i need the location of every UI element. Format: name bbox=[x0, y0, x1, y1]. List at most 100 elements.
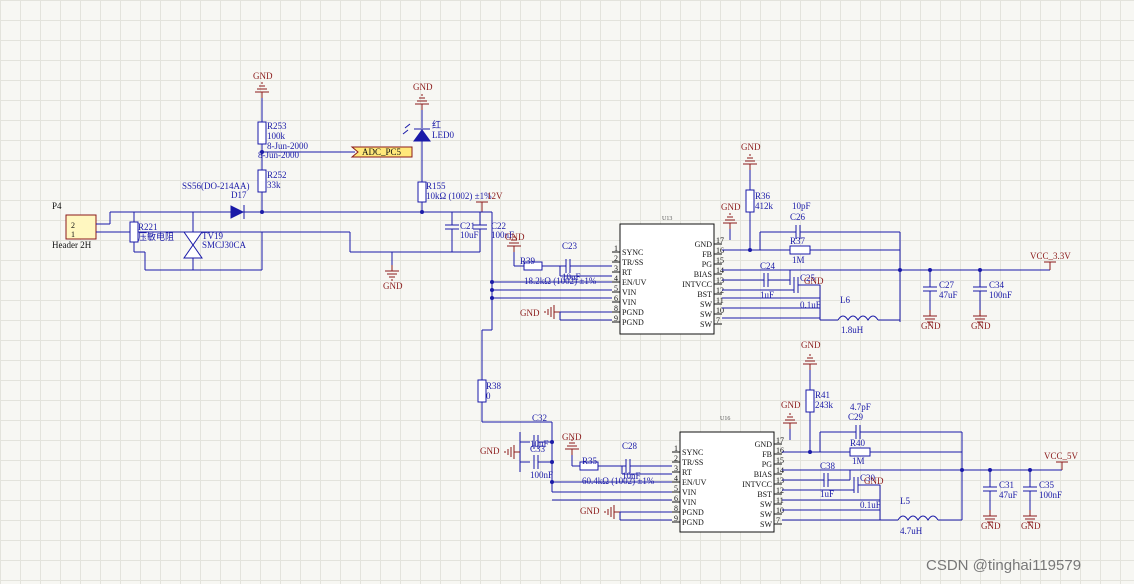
u16-pin-label: PG bbox=[762, 460, 772, 469]
svg-text:C28: C28 bbox=[622, 441, 638, 451]
u13-pin-label: INTVCC bbox=[682, 280, 712, 289]
svg-text:VCC_3.3V: VCC_3.3V bbox=[1030, 251, 1071, 261]
capacitor-c28[interactable]: C28 10nF bbox=[622, 441, 672, 481]
capacitor-c27[interactable]: C27 47uF bbox=[923, 270, 958, 310]
resistor-r37[interactable]: R37 1M bbox=[789, 236, 811, 265]
header-ref: P4 bbox=[52, 201, 62, 211]
svg-text:GND: GND bbox=[971, 321, 991, 331]
capacitor-c31[interactable]: C31 47uF bbox=[983, 470, 1018, 510]
capacitor-c34[interactable]: C34 100nF bbox=[973, 270, 1012, 310]
resistor-r40[interactable]: R40 1M bbox=[849, 438, 871, 466]
capacitor-c35[interactable]: C35 100nF bbox=[1023, 470, 1062, 510]
schematic-canvas: P4 2 1 Header 2H R221 压敏电阻 TV19 SMCJ30CA… bbox=[52, 71, 1081, 574]
u13-pin-num: 2 bbox=[614, 254, 618, 263]
capacitor-c38[interactable]: C38 1uF bbox=[782, 461, 836, 499]
u13-pin-label: SW bbox=[700, 310, 712, 319]
u13-pin-label: TR/SS bbox=[622, 258, 643, 267]
svg-text:100nF: 100nF bbox=[530, 470, 553, 480]
u13-pin-num: 9 bbox=[614, 314, 618, 323]
gnd-led: GND bbox=[413, 82, 433, 111]
svg-text:412k: 412k bbox=[755, 201, 774, 211]
header-pin1: 1 bbox=[71, 230, 75, 239]
schematic-sheet: P4 2 1 Header 2H R221 压敏电阻 TV19 SMCJ30CA… bbox=[0, 0, 1134, 584]
svg-text:4.7uH: 4.7uH bbox=[900, 526, 923, 536]
svg-text:GND: GND bbox=[721, 202, 741, 212]
u16-pin-num: 8 bbox=[674, 504, 678, 513]
u13-pin-num: 15 bbox=[716, 256, 724, 265]
resistor-r252[interactable]: 8-Jun-2000 R252 33k bbox=[257, 150, 299, 193]
inductor-l5[interactable]: L5 4.7uH bbox=[880, 496, 962, 536]
svg-text:0.1uF: 0.1uF bbox=[860, 500, 881, 510]
resistor-r35[interactable]: R35 60.4kΩ (1002) ±1% bbox=[572, 456, 655, 486]
svg-text:10pF: 10pF bbox=[792, 201, 811, 211]
inductor-l6[interactable]: L6 1.8uH bbox=[820, 295, 900, 335]
u13-pin-label: PGND bbox=[622, 308, 644, 317]
u13-pin-label: VIN bbox=[622, 288, 636, 297]
u13-pin-num: 8 bbox=[614, 304, 618, 313]
ic-u16[interactable]: U16 1 SYNC 2 TR/SS 3 RT 4 EN/UV 5 VIN 6 VIN 8 PGND 9 PG… bbox=[672, 416, 784, 533]
svg-text:60.4kΩ (1002) ±1%: 60.4kΩ (1002) ±1% bbox=[582, 476, 655, 486]
u16-pin-label: SW bbox=[760, 500, 772, 509]
u13-pin-num: 17 bbox=[716, 236, 724, 245]
gnd-r36: GND bbox=[741, 142, 761, 171]
capacitor-c24[interactable]: C24 1uF bbox=[722, 261, 776, 300]
svg-text:C29: C29 bbox=[848, 412, 864, 422]
u16-pin-num: 17 bbox=[776, 436, 784, 445]
resistor-r38[interactable]: R38 0 bbox=[477, 379, 502, 403]
svg-text:R40: R40 bbox=[850, 438, 866, 448]
svg-text:100k: 100k bbox=[267, 131, 286, 141]
u13-pin-num: 4 bbox=[614, 274, 618, 283]
u13-pin-label: EN/UV bbox=[622, 278, 647, 287]
svg-text:C26: C26 bbox=[790, 212, 806, 222]
svg-text:4.7pF: 4.7pF bbox=[850, 402, 871, 412]
svg-text:1.8uH: 1.8uH bbox=[841, 325, 864, 335]
capacitor-c21[interactable]: C21 10uF bbox=[445, 212, 479, 252]
u13-pin-label: PG bbox=[702, 260, 712, 269]
svg-text:C32: C32 bbox=[532, 413, 547, 423]
resistor-r36[interactable]: R36 412k bbox=[745, 189, 774, 213]
u13-pin-label: RT bbox=[622, 268, 632, 277]
svg-text:GND: GND bbox=[801, 340, 821, 350]
u16-pin-num: 2 bbox=[674, 454, 678, 463]
u13-pin-num: 3 bbox=[614, 264, 618, 273]
svg-text:GND: GND bbox=[781, 400, 801, 410]
resistor-r253[interactable]: R253 100k 8-Jun-2000 bbox=[257, 121, 308, 151]
svg-text:C38: C38 bbox=[820, 461, 836, 471]
u16-pin-num: 5 bbox=[674, 484, 678, 493]
u13-pin-label: SYNC bbox=[622, 248, 643, 257]
gnd-input: GND bbox=[383, 264, 403, 291]
u16-pin-label: PGND bbox=[682, 508, 704, 517]
capacitor-c33[interactable]: C33 100nF bbox=[520, 444, 553, 480]
svg-text:C33: C33 bbox=[530, 444, 546, 454]
svg-text:GND: GND bbox=[520, 308, 540, 318]
svg-text:U13: U13 bbox=[662, 216, 672, 222]
diode-d17[interactable]: SS56(DO-214AA) D17 bbox=[182, 181, 250, 219]
svg-text:C35: C35 bbox=[1039, 480, 1055, 490]
svg-text:R35: R35 bbox=[582, 456, 598, 466]
svg-text:GND: GND bbox=[383, 281, 403, 291]
u16-pin-label: INTVCC bbox=[742, 480, 772, 489]
capacitor-c29[interactable]: 4.7pF C29 bbox=[848, 402, 871, 439]
resistor-r41[interactable]: R41 243k bbox=[805, 389, 834, 413]
svg-text:R41: R41 bbox=[815, 390, 830, 400]
svg-text:GND: GND bbox=[741, 142, 761, 152]
header-p4[interactable]: P4 2 1 Header 2H bbox=[52, 201, 97, 250]
net-label-adc-pc5[interactable]: ADC_PC5 bbox=[350, 146, 413, 158]
u13-pin-label: VIN bbox=[622, 298, 636, 307]
u13-pin-num: 6 bbox=[614, 294, 618, 303]
svg-text:GND: GND bbox=[1021, 521, 1041, 531]
led-led0[interactable]: 红 LED0 bbox=[402, 119, 454, 142]
resistor-r155[interactable]: R155 10kΩ (1002) ±1% bbox=[417, 181, 492, 203]
svg-text:10nF: 10nF bbox=[622, 471, 641, 481]
power-vcc-3v3: VCC_3.3V bbox=[1030, 251, 1071, 270]
tvs-tv19[interactable]: TV19 SMCJ30CA bbox=[183, 212, 247, 270]
svg-text:GND: GND bbox=[981, 521, 1001, 531]
svg-text:U16: U16 bbox=[720, 416, 730, 422]
capacitor-c26[interactable]: 10pF C26 bbox=[790, 201, 811, 239]
svg-text:R38: R38 bbox=[486, 381, 502, 391]
u13-pin-num: 11 bbox=[716, 296, 724, 305]
ic-u13[interactable]: U13 1 SYNC 2 TR/SS 3 RT 4 EN/UV 5 VIN 6 VIN 8 PGND 9 PG… bbox=[612, 216, 724, 335]
resistor-r221[interactable]: R221 压敏电阻 bbox=[129, 212, 174, 252]
svg-text:100nF: 100nF bbox=[1039, 490, 1062, 500]
u13-pin-label: BIAS bbox=[694, 270, 712, 279]
